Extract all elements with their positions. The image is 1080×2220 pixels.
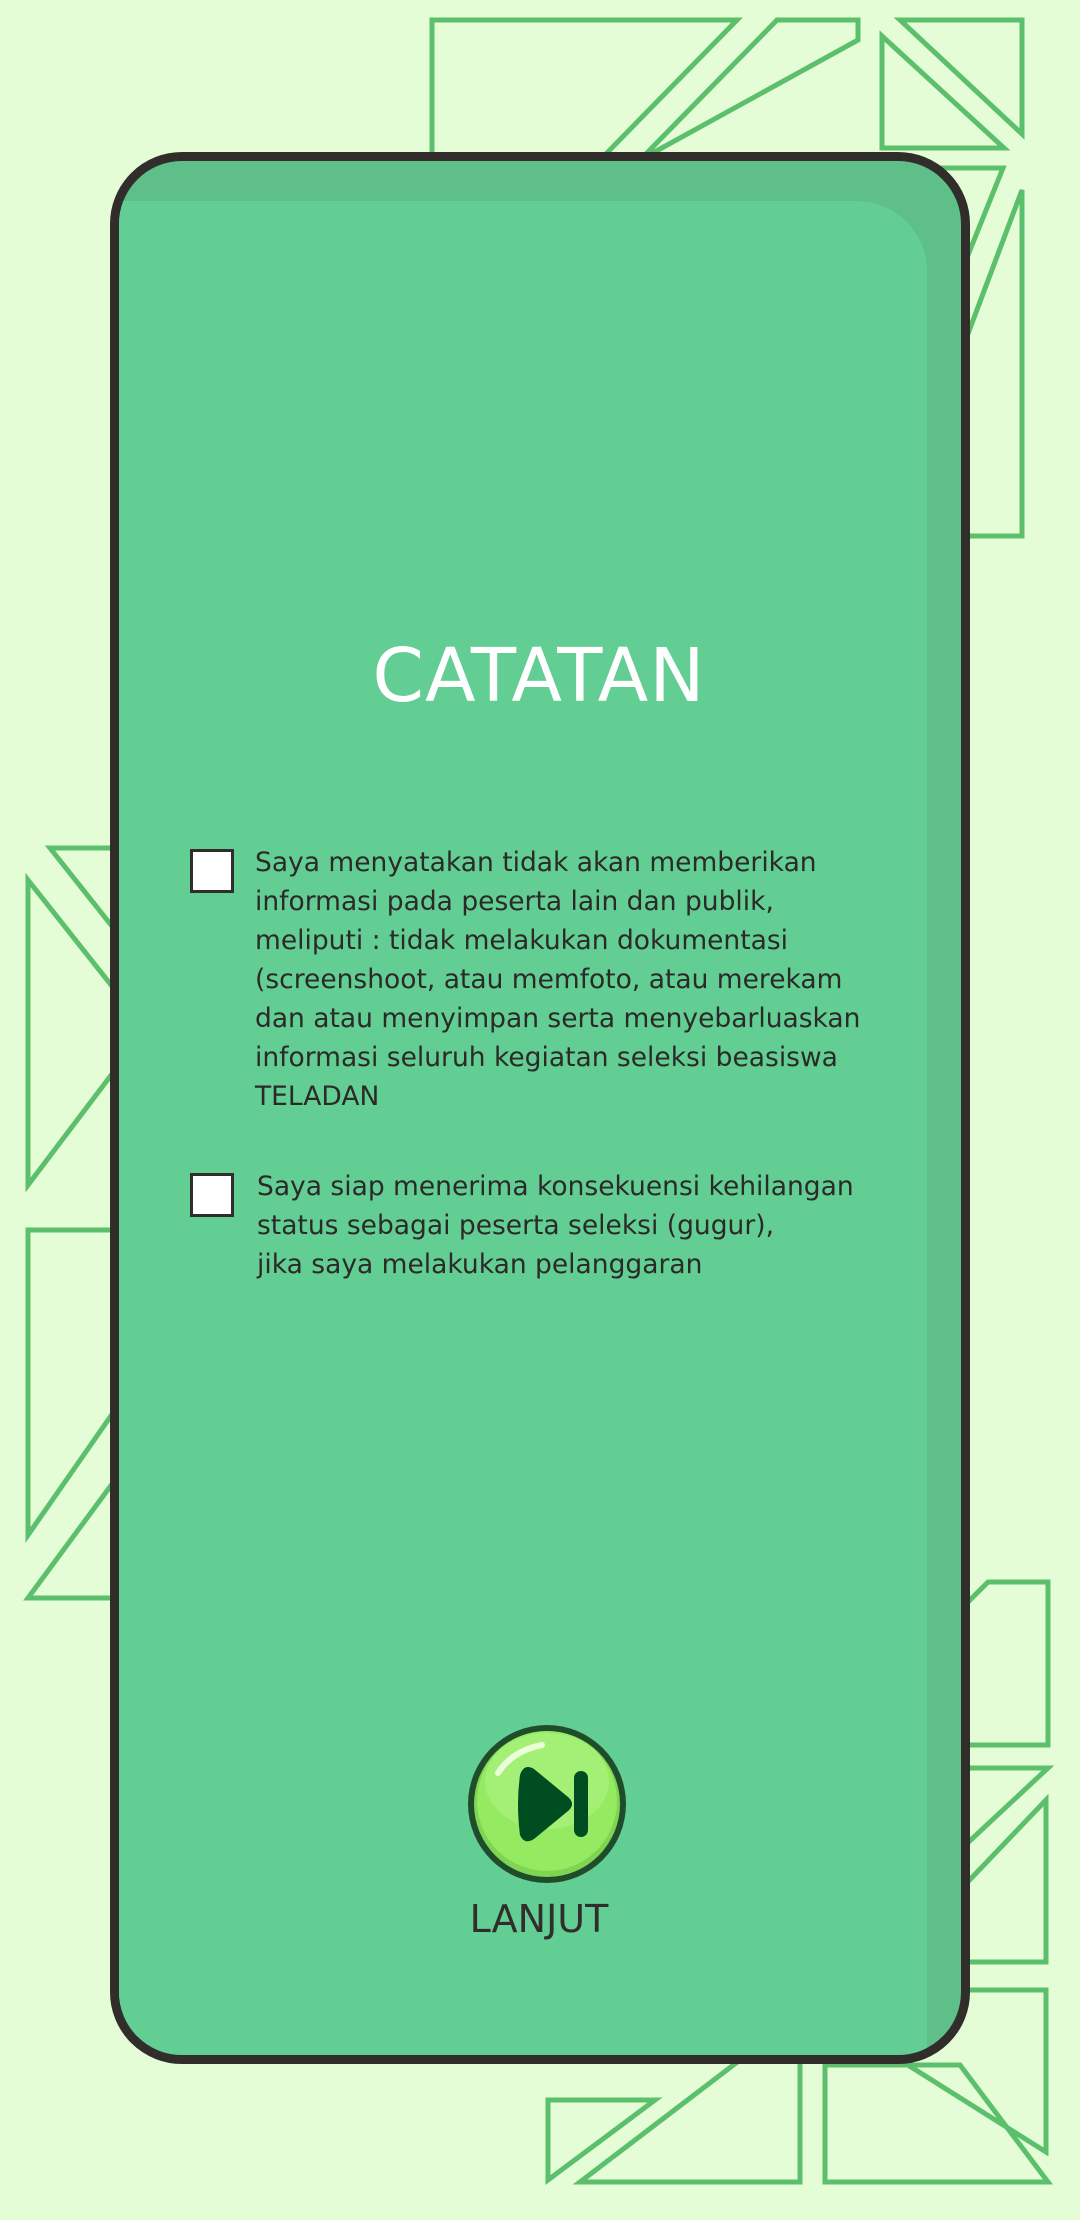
notes-card: CATATAN Saya menyatakan tidak akan membe… (110, 152, 970, 2064)
agreement-checkbox-1[interactable] (190, 849, 234, 893)
agreement-checkbox-2[interactable] (190, 1173, 234, 1217)
page-title: CATATAN (372, 633, 706, 719)
next-button[interactable] (464, 1721, 630, 1887)
skip-next-icon (468, 1725, 626, 1883)
agreement-text-2: Saya siap menerima konsekuensi kehilanga… (257, 1171, 854, 1280)
agreement-text-1: Saya menyatakan tidak akan memberikan in… (255, 847, 861, 1112)
next-label: LANJUT (469, 1897, 609, 1941)
